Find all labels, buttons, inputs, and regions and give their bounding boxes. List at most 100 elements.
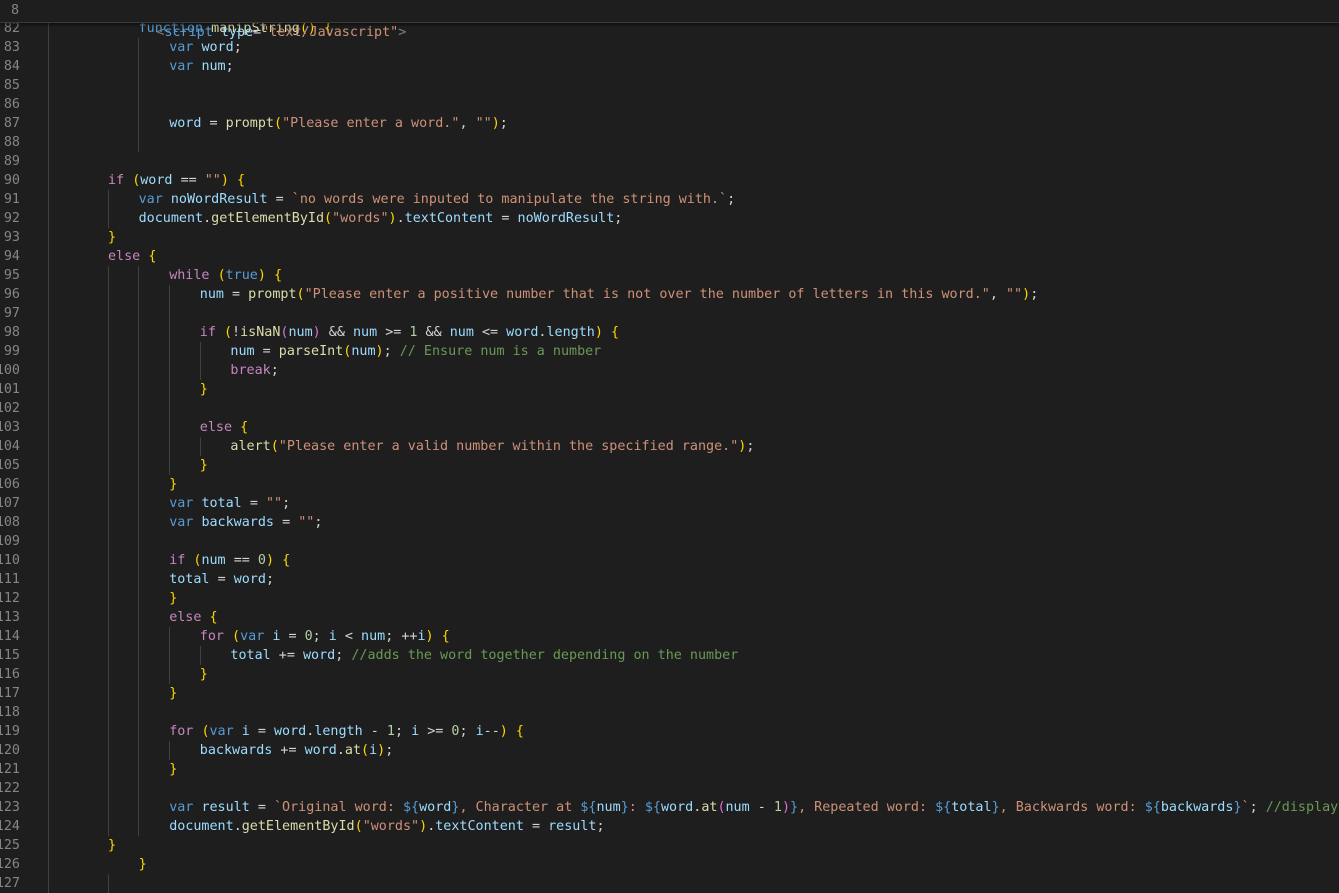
code-line[interactable]: 93} bbox=[0, 228, 1339, 247]
indent-guide bbox=[48, 437, 49, 456]
indent-guide bbox=[48, 874, 49, 893]
line-number: 122 bbox=[0, 781, 20, 796]
line-number: 100 bbox=[0, 363, 20, 378]
indent-guide bbox=[108, 399, 109, 418]
indent-guide bbox=[48, 532, 49, 551]
indent-guide bbox=[48, 209, 49, 228]
code-line[interactable]: 109 bbox=[0, 532, 1339, 551]
code-line[interactable]: 100 break; bbox=[0, 361, 1339, 380]
line-number: 120 bbox=[0, 743, 20, 758]
line-number: 117 bbox=[0, 686, 20, 701]
indent-guide bbox=[48, 323, 49, 342]
code-line[interactable]: 125} bbox=[0, 836, 1339, 855]
indent-guide bbox=[108, 304, 109, 323]
code-line[interactable]: 94 else { bbox=[0, 247, 1339, 266]
indent-guide bbox=[108, 627, 109, 646]
code-line[interactable]: 101} bbox=[0, 380, 1339, 399]
line-number: 103 bbox=[0, 420, 20, 435]
indent-guide bbox=[48, 760, 49, 779]
code-line[interactable]: 118 bbox=[0, 703, 1339, 722]
code-line[interactable]: 90 if (word == "") { bbox=[0, 171, 1339, 190]
indent-guide bbox=[200, 361, 201, 380]
indent-guide bbox=[138, 95, 139, 114]
code-line[interactable]: 91 var noWordResult = `no words were inpu… bbox=[0, 190, 1339, 209]
code-line[interactable]: 112} bbox=[0, 589, 1339, 608]
indent-guide bbox=[108, 608, 109, 627]
code-line[interactable]: 124 document.getElementById("words").text… bbox=[0, 817, 1339, 836]
indent-guide bbox=[108, 494, 109, 513]
code-line[interactable]: 95 while (true) { bbox=[0, 266, 1339, 285]
indent-guide bbox=[169, 418, 170, 437]
line-number: 90 bbox=[3, 173, 20, 188]
indent-guide bbox=[48, 703, 49, 722]
line-number: 109 bbox=[0, 534, 20, 549]
line-number: 108 bbox=[0, 515, 20, 530]
line-number: 125 bbox=[0, 838, 20, 853]
code-line[interactable]: 119 for (var i = word.length - 1; i >= 0;… bbox=[0, 722, 1339, 741]
code-line[interactable]: 116} bbox=[0, 665, 1339, 684]
code-line[interactable]: 117} bbox=[0, 684, 1339, 703]
code-text: } bbox=[169, 762, 178, 777]
code-line[interactable]: 89 bbox=[0, 152, 1339, 171]
code-text: for (var i = 0; i < num; ++i) { bbox=[199, 629, 450, 644]
code-text: else { bbox=[169, 610, 218, 625]
code-line[interactable]: 115 total += word; //adds the word togeth… bbox=[0, 646, 1339, 665]
indent-guide bbox=[48, 380, 49, 399]
indent-guide bbox=[108, 475, 109, 494]
code-line[interactable]: 106} bbox=[0, 475, 1339, 494]
code-line[interactable]: 103 else { bbox=[0, 418, 1339, 437]
code-line[interactable]: 121} bbox=[0, 760, 1339, 779]
indent-guide bbox=[48, 627, 49, 646]
code-line[interactable]: 127 bbox=[0, 874, 1339, 893]
line-number: 115 bbox=[0, 648, 20, 663]
indent-guide bbox=[108, 798, 109, 817]
code-editor[interactable]: 8 <script type="text/Javascript"> 82 func… bbox=[0, 0, 1339, 893]
indent-guide bbox=[138, 418, 139, 437]
code-text: document.getElementById("words").textCon… bbox=[169, 819, 605, 834]
code-line[interactable]: 105} bbox=[0, 456, 1339, 475]
indent-guide bbox=[48, 342, 49, 361]
code-line[interactable]: 88 bbox=[0, 133, 1339, 152]
code-line[interactable]: 102 bbox=[0, 399, 1339, 418]
indent-guide bbox=[48, 399, 49, 418]
indent-guide bbox=[108, 665, 109, 684]
indent-guide bbox=[48, 304, 49, 323]
line-number: 118 bbox=[0, 705, 20, 720]
code-line[interactable]: 110 if (num == 0) { bbox=[0, 551, 1339, 570]
code-line[interactable]: 87 word = prompt("Please enter a word.", … bbox=[0, 114, 1339, 133]
indent-guide bbox=[48, 817, 49, 836]
code-line[interactable]: 111 total = word; bbox=[0, 570, 1339, 589]
code-line[interactable]: 99 num = parseInt(num); // Ensure num is … bbox=[0, 342, 1339, 361]
code-text: if (num == 0) { bbox=[169, 553, 291, 568]
indent-guide bbox=[48, 228, 49, 247]
code-line[interactable]: 123 var result = `Original word: ${word},… bbox=[0, 798, 1339, 817]
code-line[interactable]: 120 backwards += word.at(i); bbox=[0, 741, 1339, 760]
indent-guide bbox=[108, 741, 109, 760]
code-line[interactable]: 98 if (!isNaN(num) && num >= 1 && num <= … bbox=[0, 323, 1339, 342]
code-line[interactable]: 122 bbox=[0, 779, 1339, 798]
code-line[interactable]: 108 var backwards = ""; bbox=[0, 513, 1339, 532]
code-line[interactable]: 97 bbox=[0, 304, 1339, 323]
indent-guide bbox=[108, 646, 109, 665]
code-line[interactable]: 92 document.getElementById("words").textC… bbox=[0, 209, 1339, 228]
code-line[interactable]: 113 else { bbox=[0, 608, 1339, 627]
code-text: } bbox=[169, 477, 178, 492]
line-number: 114 bbox=[0, 629, 20, 644]
code-line[interactable]: 85 bbox=[0, 76, 1339, 95]
code-text: else { bbox=[108, 249, 157, 264]
code-text: } bbox=[199, 667, 208, 682]
code-line[interactable]: 104 alert("Please enter a valid number wi… bbox=[0, 437, 1339, 456]
code-line[interactable]: 114 for (var i = 0; i < num; ++i) { bbox=[0, 627, 1339, 646]
code-line[interactable]: 126} bbox=[0, 855, 1339, 874]
indent-guide bbox=[138, 741, 139, 760]
code-line[interactable]: 107 var total = ""; bbox=[0, 494, 1339, 513]
sticky-scroll-header[interactable]: 8 <script type="text/Javascript"> bbox=[0, 0, 1339, 40]
indent-guide bbox=[169, 456, 170, 475]
code-line[interactable]: 96 num = prompt("Please enter a positive … bbox=[0, 285, 1339, 304]
indent-guide bbox=[138, 475, 139, 494]
line-number: 96 bbox=[3, 287, 20, 302]
code-line[interactable]: 86 bbox=[0, 95, 1339, 114]
line-number: 104 bbox=[0, 439, 20, 454]
indent-guide bbox=[169, 741, 170, 760]
indent-guide bbox=[138, 551, 139, 570]
